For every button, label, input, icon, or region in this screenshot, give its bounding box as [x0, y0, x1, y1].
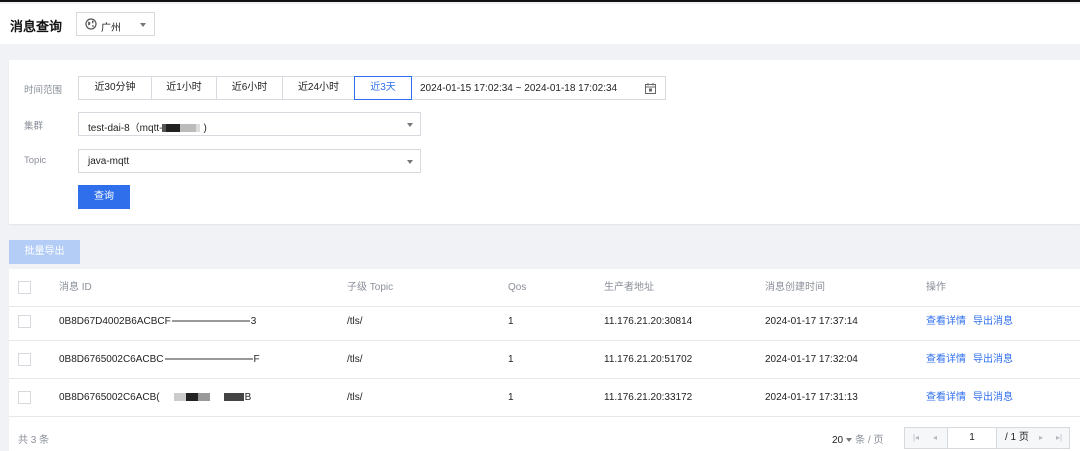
time-option-24h[interactable]: 近24小时: [282, 76, 354, 100]
page-size-select[interactable]: 20 条 / 页: [832, 431, 883, 446]
top-bar: 消息查询 广州: [0, 4, 1080, 44]
topic-value: java-mqtt: [88, 156, 130, 167]
row-checkbox[interactable]: [18, 315, 31, 328]
row-actions: 查看详情 导出消息: [926, 341, 1020, 379]
table-row: 0B8D6765002C6ACB( B /tls/ 1 11.176.21.20:…: [9, 379, 1080, 417]
redacted-block: [173, 393, 186, 402]
redacted-block: [171, 320, 250, 323]
last-page-icon[interactable]: ▸|: [1050, 428, 1068, 448]
page-size-unit: 条 / 页: [855, 435, 884, 446]
region-select[interactable]: 广州: [76, 12, 155, 36]
query-button[interactable]: 查询: [78, 185, 130, 209]
sub-topic: /tls/: [347, 392, 363, 403]
view-details-link[interactable]: 查看详情: [926, 354, 966, 365]
chevron-down-icon: [140, 23, 146, 27]
sub-topic: /tls/: [347, 354, 363, 365]
total-pages: / 1 页: [1005, 432, 1029, 443]
region-label: 广州: [101, 23, 121, 34]
topic-label: Topic: [24, 155, 47, 166]
first-page-icon[interactable]: |◂: [907, 428, 925, 448]
producer-address: 11.176.21.20:33172: [604, 392, 693, 403]
producer-address: 11.176.21.20:51702: [604, 354, 693, 365]
row-actions: 查看详情 导出消息: [926, 379, 1020, 417]
table-row: 0B8D67D4002B6ACBCF 3 /tls/ 1 11.176.21.20…: [9, 303, 1080, 341]
redacted-block: [185, 393, 198, 402]
time-option-30min[interactable]: 近30分钟: [78, 76, 151, 100]
message-id: 0B8D6765002C6ACBC F: [59, 341, 260, 379]
qos: 1: [508, 354, 514, 365]
topic-select[interactable]: java-mqtt: [78, 149, 421, 173]
cluster-value-prefix: test-dai-8（mqtt-: [88, 123, 163, 134]
qos: 1: [508, 392, 514, 403]
message-id-text: 0B8D6765002C6ACBC: [59, 354, 164, 365]
message-id: 0B8D6765002C6ACB( B: [59, 379, 251, 417]
message-id-text: 0B8D67D4002B6ACBCF: [59, 316, 171, 327]
message-id: 0B8D67D4002B6ACBCF 3: [59, 303, 256, 341]
create-time: 2024-01-17 17:32:04: [765, 354, 858, 365]
redacted-block: [164, 358, 253, 361]
batch-export-button[interactable]: 批量导出: [9, 240, 80, 264]
date-range-picker[interactable]: 2024-01-15 17:02:34 ~ 2024-01-18 17:02:3…: [412, 76, 666, 100]
message-table: 消息 ID 子级 Topic Qos 生产者地址 消息创建时间 操作 0B8D6…: [9, 269, 1080, 451]
export-message-link[interactable]: 导出消息: [973, 392, 1013, 403]
col-qos: Qos: [508, 282, 527, 293]
cluster-label: 集群: [24, 121, 44, 132]
cluster-value-suffix: ): [203, 123, 207, 134]
redacted-block: [209, 393, 224, 402]
redacted-block: [223, 393, 244, 402]
redacted-block: [180, 124, 197, 133]
time-range-label: 时间范围: [24, 85, 63, 96]
row-actions: 查看详情 导出消息: [926, 303, 1020, 341]
row-checkbox[interactable]: [18, 391, 31, 404]
qos: 1: [508, 316, 514, 327]
row-checkbox[interactable]: [18, 353, 31, 366]
select-all-checkbox[interactable]: [18, 281, 31, 294]
next-page-icon[interactable]: ▸: [1032, 428, 1050, 448]
col-sub-topic: 子级 Topic: [347, 282, 394, 293]
view-details-link[interactable]: 查看详情: [926, 316, 966, 327]
globe-icon: [85, 18, 97, 30]
date-range-text: 2024-01-15 17:02:34 ~ 2024-01-18 17:02:3…: [420, 83, 618, 94]
export-message-link[interactable]: 导出消息: [973, 354, 1013, 365]
producer-address: 11.176.21.20:30814: [604, 316, 693, 327]
create-time: 2024-01-17 17:31:13: [765, 392, 858, 403]
message-id-tail: 3: [250, 316, 257, 327]
chevron-down-icon: [407, 123, 413, 127]
col-message-id: 消息 ID: [59, 282, 92, 293]
redacted-block: [161, 393, 174, 402]
export-message-link[interactable]: 导出消息: [973, 316, 1013, 327]
page-title: 消息查询: [10, 19, 63, 34]
table-footer: 共 3 条 20 条 / 页 |◂ ◂ 1 / 1 页 ▸ ▸|: [9, 421, 1080, 451]
time-option-6h[interactable]: 近6小时: [216, 76, 282, 100]
message-id-text: 0B8D6765002C6ACB(: [59, 392, 160, 403]
redacted-block: [196, 124, 201, 133]
redacted-block: [166, 124, 181, 133]
redacted-block: [197, 393, 210, 402]
col-create-time: 消息创建时间: [765, 282, 825, 293]
table-header: 消息 ID 子级 Topic Qos 生产者地址 消息创建时间 操作: [9, 269, 1080, 307]
calendar-icon: [645, 83, 656, 94]
chevron-down-icon: [846, 437, 853, 442]
sub-topic: /tls/: [347, 316, 363, 327]
create-time: 2024-01-17 17:37:14: [765, 316, 858, 327]
message-id-tail: F: [253, 354, 260, 365]
page-size-value: 20: [832, 435, 844, 446]
total-count: 共 3 条: [18, 435, 50, 446]
chevron-down-icon: [407, 160, 413, 164]
col-actions: 操作: [926, 282, 946, 293]
time-option-3d[interactable]: 近3天: [354, 76, 412, 100]
filter-panel: 时间范围 近30分钟 近1小时 近6小时 近24小时 近3天 2024-01-1…: [9, 60, 1080, 224]
time-option-1h[interactable]: 近1小时: [151, 76, 216, 100]
pagination: |◂ ◂ 1 / 1 页 ▸ ▸|: [904, 427, 1070, 449]
message-id-tail: B: [244, 392, 252, 403]
col-producer: 生产者地址: [604, 282, 654, 293]
view-details-link[interactable]: 查看详情: [926, 392, 966, 403]
cluster-value: test-dai-8（mqtt-): [88, 119, 207, 134]
table-row: 0B8D6765002C6ACBC F /tls/ 1 11.176.21.20:…: [9, 341, 1080, 379]
cluster-select[interactable]: test-dai-8（mqtt-): [78, 112, 421, 136]
page-number-input[interactable]: 1: [947, 428, 997, 448]
prev-page-icon[interactable]: ◂: [926, 428, 944, 448]
